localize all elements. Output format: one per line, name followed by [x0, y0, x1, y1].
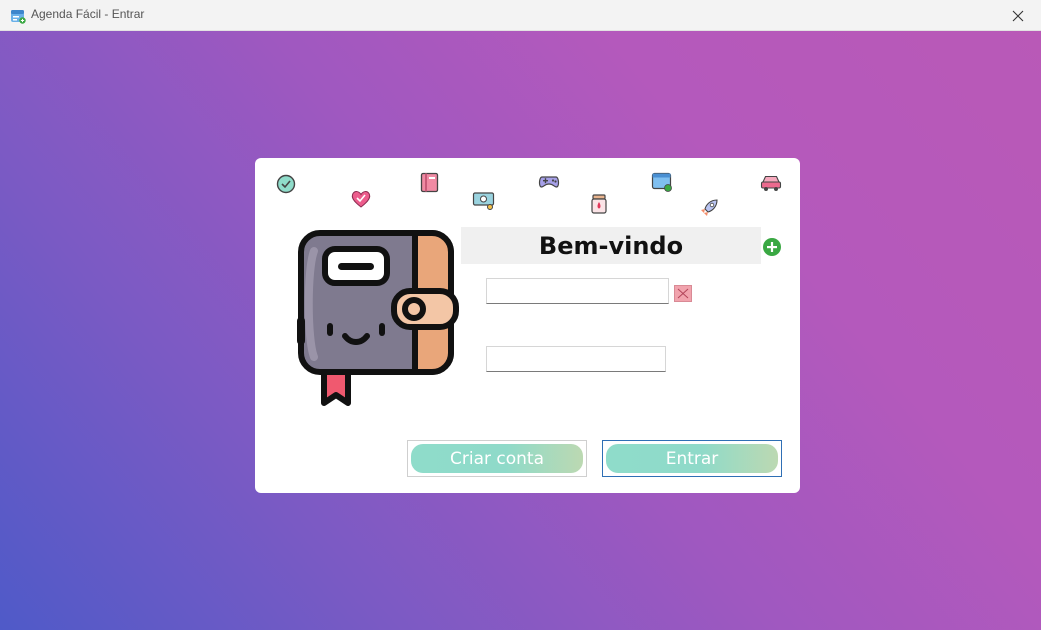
password-input[interactable] — [486, 346, 666, 372]
book-icon — [420, 172, 439, 193]
jar-icon — [591, 194, 607, 214]
close-icon — [1012, 10, 1024, 21]
username-input[interactable] — [486, 278, 669, 304]
create-account-button[interactable]: Criar conta — [407, 440, 587, 477]
money-icon — [472, 192, 495, 210]
window-close-button[interactable] — [995, 0, 1041, 31]
calendar-app-icon — [11, 10, 26, 24]
browser-window-icon — [651, 172, 672, 192]
rocket-icon — [701, 199, 718, 216]
create-account-label: Criar conta — [450, 448, 544, 469]
plus-circle-icon[interactable] — [762, 237, 782, 257]
enter-label: Entrar — [665, 448, 719, 469]
title-bar: Agenda Fácil - Entrar — [0, 0, 1041, 31]
heart-icon — [351, 191, 371, 208]
clear-username-button[interactable] — [674, 285, 692, 302]
gamepad-icon — [538, 176, 560, 188]
car-icon — [760, 175, 782, 191]
enter-button[interactable]: Entrar — [602, 440, 782, 477]
window-title: Agenda Fácil - Entrar — [31, 7, 145, 21]
clear-x-icon — [677, 288, 689, 299]
welcome-banner: Bem-vindo — [461, 227, 761, 264]
wallet-agenda-icon — [297, 230, 459, 406]
welcome-title: Bem-vindo — [538, 231, 684, 260]
check-badge-icon — [276, 174, 296, 194]
login-card: Bem-vindo Criar conta Entrar — [255, 158, 800, 493]
